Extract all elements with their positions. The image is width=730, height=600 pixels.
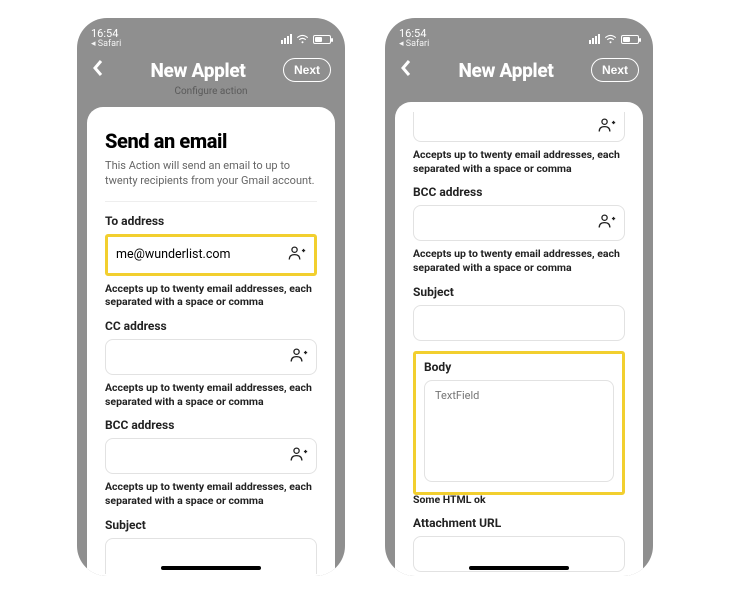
to-address-input[interactable] [116,247,306,262]
action-heading: Send an email [105,129,317,153]
wifi-icon [604,34,617,44]
sub-header-text: Configure action [77,86,345,97]
back-button[interactable] [399,59,421,81]
content-sheet: Accepts up to twenty email addresses, ea… [395,102,643,576]
status-time: 16:54 [399,28,429,39]
page-title: New Applet [431,59,581,82]
status-time: 16:54 [91,28,121,39]
phone-screenshot-right: 16:54 ◂ Safari New Applet Next Accepts u… [385,18,653,576]
bcc-address-hint: Accepts up to twenty email addresses, ea… [413,247,625,274]
home-indicator[interactable] [161,566,261,570]
attachment-url-input[interactable] [422,547,616,562]
battery-icon [621,35,639,44]
cc-address-hint: Accepts up to twenty email addresses, ea… [413,148,625,175]
subject-input[interactable] [422,315,616,330]
bcc-address-input[interactable] [422,216,616,231]
subject-input[interactable] [114,549,308,564]
cc-address-input[interactable] [114,349,308,364]
home-indicator[interactable] [469,566,569,570]
add-contact-icon[interactable] [290,347,308,367]
battery-icon [313,35,331,44]
signal-icon [281,34,292,44]
content-sheet: Send an email This Action will send an e… [87,107,335,576]
body-label: Body [424,360,614,374]
add-contact-icon[interactable] [598,213,616,233]
subject-label: Subject [413,285,625,299]
next-button[interactable]: Next [591,58,639,82]
wifi-icon [296,34,309,44]
next-button[interactable]: Next [283,58,331,82]
subject-field[interactable] [413,305,625,341]
status-bar: 16:54 ◂ Safari [77,18,345,54]
page-title: New Applet [123,59,273,82]
body-hint: Some HTML ok [413,493,625,507]
bcc-address-input[interactable] [114,449,308,464]
back-button[interactable] [91,59,113,81]
bcc-address-field[interactable] [413,205,625,241]
cc-address-hint: Accepts up to twenty email addresses, ea… [105,381,317,408]
action-description: This Action will send an email to up to … [105,159,317,189]
to-address-field[interactable] [108,237,314,273]
add-contact-icon[interactable] [598,117,616,137]
bcc-address-label: BCC address [105,418,317,432]
to-address-hint: Accepts up to twenty email addresses, ea… [105,282,317,309]
cc-address-label: CC address [105,319,317,333]
to-address-label: To address [105,214,317,228]
add-contact-icon[interactable] [288,245,306,265]
back-to-safari[interactable]: ◂ Safari [91,39,121,50]
add-contact-icon[interactable] [290,446,308,466]
divider [105,201,317,202]
nav-header: New Applet Next [385,54,653,92]
phone-screenshot-left: 16:54 ◂ Safari New Applet Next Configure… [77,18,345,576]
attachment-url-label: Attachment URL [413,516,625,530]
cc-address-field[interactable] [105,339,317,375]
subject-label: Subject [105,518,317,532]
body-textarea[interactable] [429,385,609,473]
back-to-safari[interactable]: ◂ Safari [399,39,429,50]
bcc-address-field[interactable] [105,438,317,474]
signal-icon [589,34,600,44]
body-field[interactable] [424,380,614,482]
status-bar: 16:54 ◂ Safari [385,18,653,54]
bcc-address-hint: Accepts up to twenty email addresses, ea… [105,480,317,507]
cc-address-field-partial[interactable] [413,112,625,142]
bcc-address-label: BCC address [413,185,625,199]
chevron-left-icon [399,59,413,77]
to-address-highlight [105,234,317,276]
body-highlight: Body [413,351,625,495]
chevron-left-icon [91,59,105,77]
